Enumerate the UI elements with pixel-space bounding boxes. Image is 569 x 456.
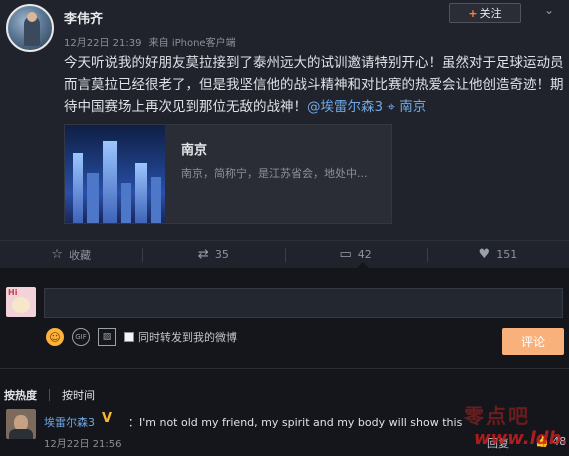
avatar-text: Hi <box>8 288 18 297</box>
favorite-label: 收藏 <box>68 248 91 262</box>
thumbs-up-icon: ♥ <box>478 247 491 262</box>
forward-checkbox[interactable] <box>124 332 134 342</box>
comment-time: 12月22日 21:56 <box>44 439 122 450</box>
repost-icon: ⇄ <box>197 247 209 262</box>
reply-button[interactable]: 回复 <box>487 435 509 451</box>
comment-icon: ▭ <box>339 247 352 262</box>
author-avatar[interactable] <box>6 4 54 52</box>
post-time[interactable]: 12月22日 21:39 <box>64 38 141 49</box>
comment-text: ：I'm not old my friend, my spirit and my… <box>128 416 463 429</box>
follow-label: 关注 <box>479 7 502 20</box>
comment-like-count: 48 <box>552 435 567 448</box>
author-name[interactable]: 李伟齐 <box>64 8 103 27</box>
avatar-body <box>9 429 33 439</box>
repost-count: 35 <box>214 248 229 261</box>
chevron-down-icon[interactable]: ⌄ <box>544 3 554 17</box>
favorite-button[interactable]: ☆ 收藏 <box>0 241 142 268</box>
comment-user[interactable]: 埃雷尔森3 <box>44 414 95 430</box>
comment-like-button[interactable]: 👍 48 <box>535 435 566 448</box>
sort-tabs: 按热度 按时间 <box>4 387 107 403</box>
repost-button[interactable]: ⇄ 35 <box>142 241 284 268</box>
location-pin-icon: ⌖ <box>387 99 395 115</box>
plus-icon: + <box>468 6 478 20</box>
post-source[interactable]: 来自 iPhone客户端 <box>149 38 236 49</box>
location-card[interactable]: 南京 南京，简称宁，是江苏省会，地处中... <box>64 124 392 224</box>
follow-button[interactable]: + 关注 <box>449 3 521 23</box>
mention-link[interactable]: @埃雷尔森3 <box>307 99 383 115</box>
comment-count: 42 <box>357 248 372 261</box>
gif-icon[interactable]: GIF <box>72 328 90 346</box>
verified-badge: V <box>102 411 113 426</box>
location-link[interactable]: ⌖ 南京 <box>387 99 426 115</box>
city-image <box>65 125 165 223</box>
star-icon: ☆ <box>51 247 63 262</box>
current-user-avatar: Hi <box>6 287 36 317</box>
avatar-head <box>27 12 37 22</box>
tab-sort-hot[interactable]: 按热度 <box>4 387 37 403</box>
tab-sort-time[interactable]: 按时间 <box>62 387 95 403</box>
submit-comment-button[interactable]: 评论 <box>502 328 564 355</box>
forward-label: 同时转发到我的微博 <box>138 331 237 344</box>
divider <box>0 368 569 369</box>
action-bar: ☆ 收藏 ⇄ 35 ▭ 42 ♥ 151 <box>0 240 569 268</box>
comment-avatar[interactable] <box>6 409 36 439</box>
avatar-face <box>12 297 30 313</box>
card-title: 南京 <box>181 143 208 158</box>
composer-tools: ☺ GIF ▨ 同时转发到我的微博 <box>46 328 237 346</box>
post-meta: 12月22日 21:39 来自 iPhone客户端 <box>64 34 240 49</box>
like-button[interactable]: ♥ 151 <box>426 241 569 268</box>
weibo-post: 李伟齐 12月22日 21:39 来自 iPhone客户端 + 关注 ⌄ 今天听… <box>0 0 569 268</box>
comment-input[interactable] <box>44 288 563 318</box>
tab-separator <box>49 389 50 401</box>
emoji-icon[interactable]: ☺ <box>46 328 64 346</box>
post-text: 今天听说我的好朋友莫拉接到了泰州远大的试训邀请特别开心！虽然对于足球运动员而言莫… <box>64 52 564 118</box>
like-count: 151 <box>496 248 518 261</box>
card-description: 南京，简称宁，是江苏省会，地处中... <box>181 167 368 180</box>
image-icon[interactable]: ▨ <box>98 328 116 346</box>
location-label: 南京 <box>399 99 427 115</box>
